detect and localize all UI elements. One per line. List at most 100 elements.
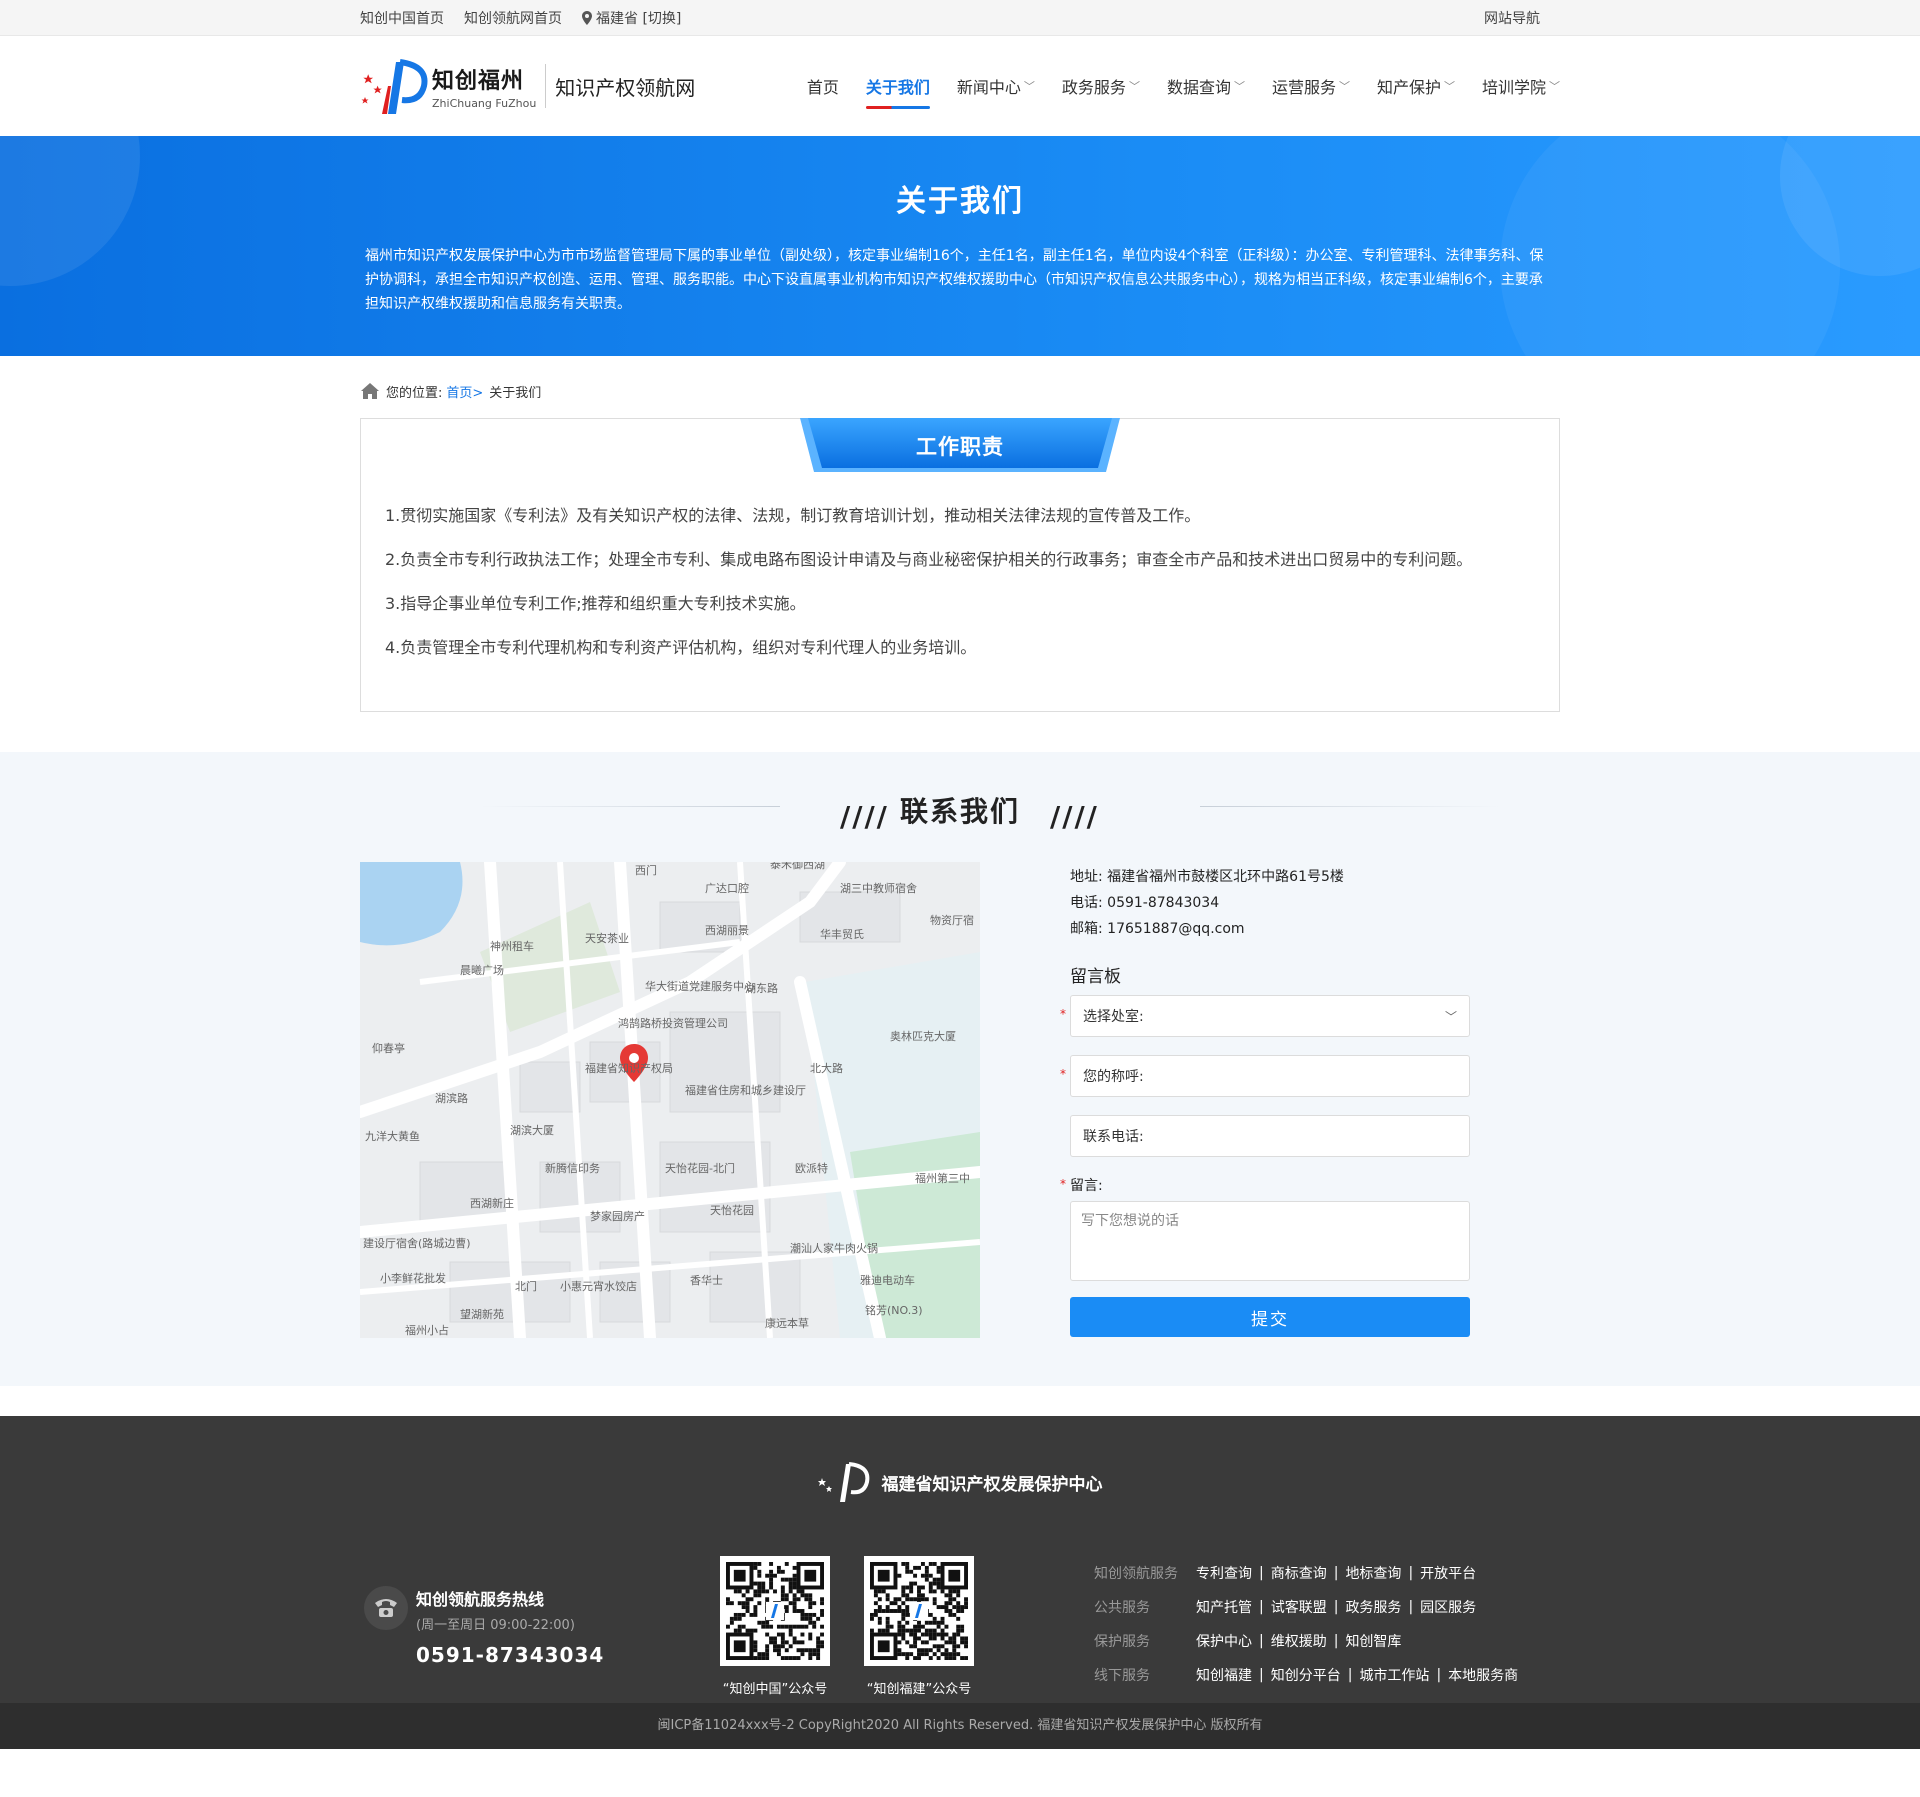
location-switch[interactable]: 福建省 [切换] — [582, 8, 681, 28]
page-title: 关于我们 — [896, 184, 1024, 219]
map-label: 新腾信印务 — [545, 1161, 600, 1175]
location-pin-icon — [582, 11, 592, 25]
link-separator: | — [1408, 1599, 1414, 1615]
nav-news[interactable]: 新闻中心 ﹀ — [957, 36, 1035, 136]
footer-logo: 福建省知识产权发展保护中心 — [360, 1416, 1560, 1504]
footer-link[interactable]: 知创智库 — [1345, 1631, 1401, 1651]
footer-link[interactable]: 保护中心 — [1196, 1631, 1252, 1651]
chevron-down-icon: ﹀ — [1023, 80, 1035, 93]
zhichuang-nav-home-link[interactable]: 知创领航网首页 — [464, 8, 562, 28]
heading-slash-left: //// — [840, 800, 889, 833]
dept-select[interactable]: 选择处室: ﹀ — [1070, 995, 1470, 1037]
contact-address: 地址: 福建省福州市鼓楼区北环中路61号5楼 — [1070, 869, 1344, 885]
message-label: 留言: — [1070, 1178, 1103, 1194]
message-textarea[interactable]: 写下您想说的话 — [1070, 1201, 1470, 1281]
map-label: 奥林匹克大厦 — [890, 1029, 956, 1043]
footer-link[interactable]: 知创福建 — [1196, 1665, 1252, 1685]
nav-government[interactable]: 政务服务 ﹀ — [1062, 36, 1140, 136]
qr-zhichuang-china: “知创中国”公众号 — [720, 1556, 830, 1697]
breadcrumb-current: 关于我们 — [489, 385, 542, 401]
hotline-hours: (周一至周日 09:00-22:00) — [416, 1618, 575, 1633]
duty-item: 1.贯彻实施国家《专利法》及有关知识产权的法律、法规，制订教育培训计划，推动相关… — [385, 506, 1201, 525]
logo-title: 知创福州 — [432, 68, 525, 94]
submit-button[interactable]: 提交 — [1070, 1297, 1470, 1337]
footer-link[interactable]: 开放平台 — [1420, 1563, 1476, 1583]
chevron-down-icon: ﹀ — [1443, 80, 1455, 93]
map-label: 福州第三中 — [915, 1171, 970, 1185]
map-label: 北大路 — [810, 1061, 843, 1075]
map-label: 北门 — [515, 1279, 537, 1293]
breadcrumb-prefix: 您的位置: — [386, 385, 443, 401]
heading-divider-right — [1200, 806, 1500, 807]
tel-input[interactable]: 联系电话: — [1070, 1115, 1470, 1157]
required-mark: * — [1060, 1177, 1066, 1191]
link-separator: | — [1259, 1667, 1264, 1683]
name-field: * 您的称呼: — [1060, 1055, 1490, 1097]
nav-about[interactable]: 关于我们 — [865, 36, 930, 136]
zhichuang-china-home-link[interactable]: 知创中国首页 — [360, 8, 444, 28]
footer-link[interactable]: 地标查询 — [1345, 1563, 1401, 1583]
footer-link[interactable]: 政务服务 — [1345, 1597, 1401, 1617]
map-label: 泰禾御西湖 — [770, 862, 825, 871]
required-mark: * — [1060, 1067, 1066, 1081]
map-label: 物资厅宿 — [930, 913, 974, 927]
duty-item: 3.指导企事业单位专利工作;推荐和组织重大专利技术实施。 — [385, 594, 806, 613]
about-banner: 关于我们 福州市知识产权发展保护中心为市市场监督管理局下属的事业单位（副处级），… — [0, 136, 1920, 356]
footer-link[interactable]: 知产托管 — [1196, 1597, 1252, 1617]
service-hotline: 知创领航服务热线 (周一至周日 09:00-22:00) 0591-873430… — [360, 1556, 720, 1697]
heading-slash-right: //// — [1050, 800, 1099, 833]
footer-link-row: 线下服务 知创福建 | 知创分平台 | 城市工作站 | 本地服务商 — [1094, 1658, 1518, 1692]
duty-item: 4.负责管理全市专利代理机构和专利资产评估机构，组织对专利代理人的业务培训。 — [385, 638, 977, 657]
message-placeholder: 写下您想说的话 — [1081, 1213, 1179, 1229]
footer-link[interactable]: 维权援助 — [1271, 1631, 1327, 1651]
map-label: 湖三中教师宿舍 — [840, 881, 917, 895]
phone-icon — [364, 1586, 408, 1630]
duties-tab: 工作职责 — [800, 418, 1120, 472]
map-label: 华大街道党建服务中心 — [645, 979, 755, 993]
name-input-placeholder: 您的称呼: — [1083, 1069, 1144, 1085]
footer-link[interactable]: 试客联盟 — [1271, 1597, 1327, 1617]
footer-link-category: 保护服务 — [1094, 1634, 1150, 1650]
name-input[interactable]: 您的称呼: — [1070, 1055, 1470, 1097]
footer-link-category: 公共服务 — [1094, 1600, 1150, 1616]
map-label: 小李鲜花批发 — [380, 1271, 446, 1285]
site-nav-link[interactable]: 网站导航 — [1484, 8, 1540, 28]
contact-section: //// 联系我们 //// 西门 广达口腔 泰禾御西湖 湖三中教师宿舍 物资厅… — [0, 752, 1920, 1386]
map-label: 华丰贸氏 — [820, 927, 864, 941]
footer-link[interactable]: 本地服务商 — [1448, 1665, 1518, 1685]
logo-site-name: 知识产权领航网 — [555, 75, 696, 100]
footer-link[interactable]: 专利查询 — [1196, 1563, 1252, 1583]
location-map[interactable]: 西门 广达口腔 泰禾御西湖 湖三中教师宿舍 物资厅宿 神州租车 天安茶业 西湖丽景 华丰贸氏 晨曦… — [360, 862, 980, 1338]
qr-code-icon — [720, 1556, 830, 1666]
breadcrumb-home-link[interactable]: 首页> — [446, 382, 483, 401]
dept-select-value: 选择处室: — [1083, 1009, 1144, 1025]
tel-input-placeholder: 联系电话: — [1083, 1129, 1144, 1145]
nav-training[interactable]: 培训学院 ﹀ — [1482, 36, 1560, 136]
link-separator: | — [1333, 1565, 1339, 1581]
map-label: 神州租车 — [490, 939, 534, 953]
footer-link[interactable]: 商标查询 — [1271, 1563, 1327, 1583]
required-mark: * — [1060, 1007, 1066, 1021]
map-label: 天怡花园 — [710, 1203, 754, 1217]
link-separator: | — [1259, 1599, 1264, 1615]
map-label: 梦家园房产 — [590, 1209, 645, 1223]
tel-field: 联系电话: — [1070, 1115, 1490, 1157]
footer-link[interactable]: 知创分平台 — [1271, 1665, 1341, 1685]
footer-link[interactable]: 园区服务 — [1420, 1597, 1476, 1617]
map-label: 福建省知识产权局 — [585, 1061, 673, 1075]
nav-ip-protection[interactable]: 知产保护 ﹀ — [1377, 36, 1455, 136]
site-logo[interactable]: 知创福州 ZhiChuang FuZhou 知识产权领航网 — [360, 56, 695, 116]
logo-mark-icon — [361, 59, 428, 114]
duties-panel: 工作职责 1.贯彻实施国家《专利法》及有关知识产权的法律、法规，制订教育培训计划… — [360, 418, 1560, 712]
nav-operation[interactable]: 运营服务 ﹀ — [1272, 36, 1350, 136]
contact-email: 邮箱: 17651887@qq.com — [1070, 921, 1245, 937]
link-separator: | — [1408, 1565, 1414, 1581]
footer-link[interactable]: 城市工作站 — [1359, 1665, 1429, 1685]
link-separator: | — [1436, 1667, 1442, 1683]
nav-home[interactable]: 首页 — [807, 36, 839, 136]
qr-caption: “知创中国”公众号 — [722, 1682, 828, 1697]
nav-data-query[interactable]: 数据查询 ﹀ — [1167, 36, 1245, 136]
map-label: 欧派特 — [795, 1161, 828, 1175]
link-separator: | — [1259, 1565, 1264, 1581]
footer-link-row: 公共服务 知产托管 | 试客联盟 | 政务服务 | 园区服务 — [1094, 1590, 1518, 1624]
